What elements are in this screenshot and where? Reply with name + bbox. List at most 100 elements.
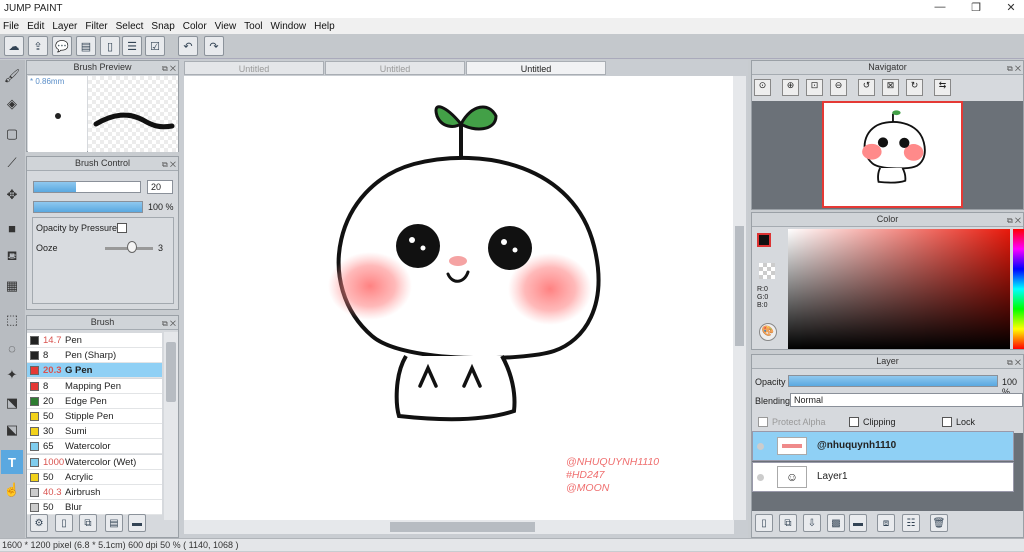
panel-buttons-icon[interactable]: ⧉ ✕ — [162, 158, 176, 171]
brush-list-item[interactable]: 20.3 G Pen — [27, 363, 162, 379]
flip-icon[interactable]: ⇆ — [934, 79, 951, 96]
brush-list-item[interactable]: 14.7 Pen — [27, 333, 162, 348]
scroll-thumb[interactable] — [166, 342, 176, 402]
foreground-color-swatch[interactable] — [757, 233, 771, 247]
rectangle-tool-icon[interactable]: ▢ — [1, 122, 23, 146]
lock-checkbox[interactable] — [942, 417, 952, 427]
menu-file[interactable]: File — [0, 21, 24, 32]
brush-paste-icon[interactable]: ▤ — [105, 514, 123, 532]
layer-visibility-icon[interactable] — [757, 443, 764, 450]
drawing-canvas[interactable]: @NHUQUYNH1110 #HD247 @MOON — [184, 76, 734, 520]
minimize-button[interactable]: — — [930, 1, 950, 13]
maximize-button[interactable]: ❐ — [966, 1, 986, 14]
undo-icon[interactable]: ↶ — [178, 36, 198, 56]
layer-row[interactable]: @nhuquynh1110 — [752, 431, 1014, 461]
brush-add-icon[interactable]: ⚙ — [30, 514, 48, 532]
document-icon[interactable]: ▯ — [100, 36, 120, 56]
brush-size-input[interactable]: 20 — [147, 180, 173, 194]
opacity-pressure-checkbox[interactable] — [117, 223, 127, 233]
palette-icon[interactable]: 🎨 — [759, 323, 777, 341]
brush-new-icon[interactable]: ▯ — [55, 514, 73, 532]
scroll-thumb[interactable] — [390, 522, 535, 532]
rotate-left-icon[interactable]: ↺ — [858, 79, 875, 96]
brush-size-slider[interactable] — [33, 181, 141, 193]
hand-tool-icon[interactable]: ☝ — [1, 478, 23, 502]
brush-list-item[interactable]: 50 Stipple Pen — [27, 409, 162, 424]
layer-row[interactable]: ☺ Layer1 — [752, 462, 1014, 492]
select-pen-tool-icon[interactable]: ⬔ — [1, 391, 23, 415]
brush-tool-icon[interactable]: 🖌 — [1, 64, 23, 88]
canvas-horizontal-scrollbar[interactable] — [184, 520, 734, 534]
layer-opacity-slider[interactable] — [788, 375, 998, 387]
text-tool-icon[interactable]: T — [1, 450, 23, 474]
menu-color[interactable]: Color — [180, 21, 212, 32]
import-layer-icon[interactable]: ⇩ — [803, 514, 821, 532]
panel-buttons-icon[interactable]: ⧉ ✕ — [1007, 356, 1021, 369]
brush-list-item[interactable]: 8 Pen (Sharp) — [27, 348, 162, 364]
zoom-in-icon[interactable]: ⊕ — [782, 79, 799, 96]
new-layer-icon[interactable]: ▯ — [755, 514, 773, 532]
comment-icon[interactable]: 💬 — [52, 36, 72, 56]
bucket-tool-icon[interactable]: ⛾ — [1, 245, 23, 269]
share-icon[interactable]: ⇪ — [28, 36, 48, 56]
gradient-tool-icon[interactable]: ▦ — [1, 274, 23, 298]
zoom-reset-icon[interactable]: ⊙ — [754, 79, 771, 96]
brush-list-item[interactable]: 20 Edge Pen — [27, 393, 162, 409]
brush-list-item[interactable]: 8 Mapping Pen — [27, 378, 162, 394]
menu-filter[interactable]: Filter — [82, 21, 112, 32]
merge-layer-icon[interactable]: ⧈ — [877, 514, 895, 532]
transparent-swatch[interactable] — [759, 263, 775, 279]
brush-copy-icon[interactable]: ⧉ — [79, 514, 97, 532]
trash-icon[interactable]: 🗑 — [930, 514, 948, 532]
cloud-icon[interactable]: ☁ — [4, 36, 24, 56]
zoom-out-icon[interactable]: ⊖ — [830, 79, 847, 96]
folder-layer-icon[interactable]: ▬ — [849, 514, 867, 532]
brush-list-item[interactable]: 40.3 Airbrush — [27, 485, 162, 500]
menu-select[interactable]: Select — [113, 21, 149, 32]
checklist-icon[interactable]: ☑ — [145, 36, 165, 56]
rotate-reset-icon[interactable]: ⊠ — [882, 79, 899, 96]
eraser-tool-icon[interactable]: ◈ — [1, 92, 23, 116]
panel-buttons-icon[interactable]: ⧉ ✕ — [162, 62, 176, 75]
list-icon[interactable]: ☰ — [122, 36, 142, 56]
layer-settings-icon[interactable]: ☷ — [902, 514, 920, 532]
menu-window[interactable]: Window — [268, 21, 312, 32]
menu-edit[interactable]: Edit — [24, 21, 49, 32]
lasso-tool-icon[interactable]: ◌ — [1, 336, 23, 360]
line-tool-icon[interactable]: ⟋ — [1, 151, 23, 175]
brush-list-item[interactable]: 50 Acrylic — [27, 469, 162, 485]
menu-view[interactable]: View — [212, 21, 242, 32]
protect-alpha-checkbox[interactable] — [758, 417, 768, 427]
layer-visibility-icon[interactable] — [757, 474, 764, 481]
menu-help[interactable]: Help — [311, 21, 340, 32]
ooze-slider-handle[interactable] — [127, 241, 137, 253]
clipping-checkbox[interactable] — [849, 417, 859, 427]
message-icon[interactable]: ▤ — [76, 36, 96, 56]
select-eraser-tool-icon[interactable]: ⬕ — [1, 418, 23, 442]
magic-wand-tool-icon[interactable]: ✦ — [1, 363, 23, 387]
panel-buttons-icon[interactable]: ⧉ ✕ — [1007, 62, 1021, 75]
halftone-layer-icon[interactable]: ▩ — [827, 514, 845, 532]
tab-untitled-3[interactable]: Untitled — [466, 61, 606, 75]
tab-untitled-2[interactable]: Untitled — [325, 61, 465, 75]
blending-select[interactable]: Normal — [790, 393, 1023, 407]
menu-snap[interactable]: Snap — [148, 21, 179, 32]
saturation-value-picker[interactable] — [788, 229, 1010, 349]
brush-list-scrollbar[interactable] — [164, 332, 178, 520]
brush-opacity-slider[interactable] — [33, 201, 143, 213]
fill-rect-tool-icon[interactable]: ■ — [1, 216, 23, 240]
brush-list-item[interactable]: 50 Blur — [27, 500, 162, 516]
brush-folder-icon[interactable]: ▬ — [128, 514, 146, 532]
menu-layer[interactable]: Layer — [49, 21, 82, 32]
brush-list-item[interactable]: 1000 Watercolor (Wet) — [27, 454, 162, 470]
redo-icon[interactable]: ↷ — [204, 36, 224, 56]
panel-buttons-icon[interactable]: ⧉ ✕ — [162, 317, 176, 330]
select-rect-tool-icon[interactable]: ⬚ — [1, 308, 23, 332]
navigator-view[interactable] — [752, 101, 1023, 209]
scroll-thumb[interactable] — [735, 226, 744, 346]
menu-tool[interactable]: Tool — [241, 21, 267, 32]
fit-icon[interactable]: ⊡ — [806, 79, 823, 96]
hue-slider[interactable] — [1013, 229, 1024, 349]
move-tool-icon[interactable]: ✥ — [1, 183, 23, 207]
copy-layer-icon[interactable]: ⧉ — [779, 514, 797, 532]
